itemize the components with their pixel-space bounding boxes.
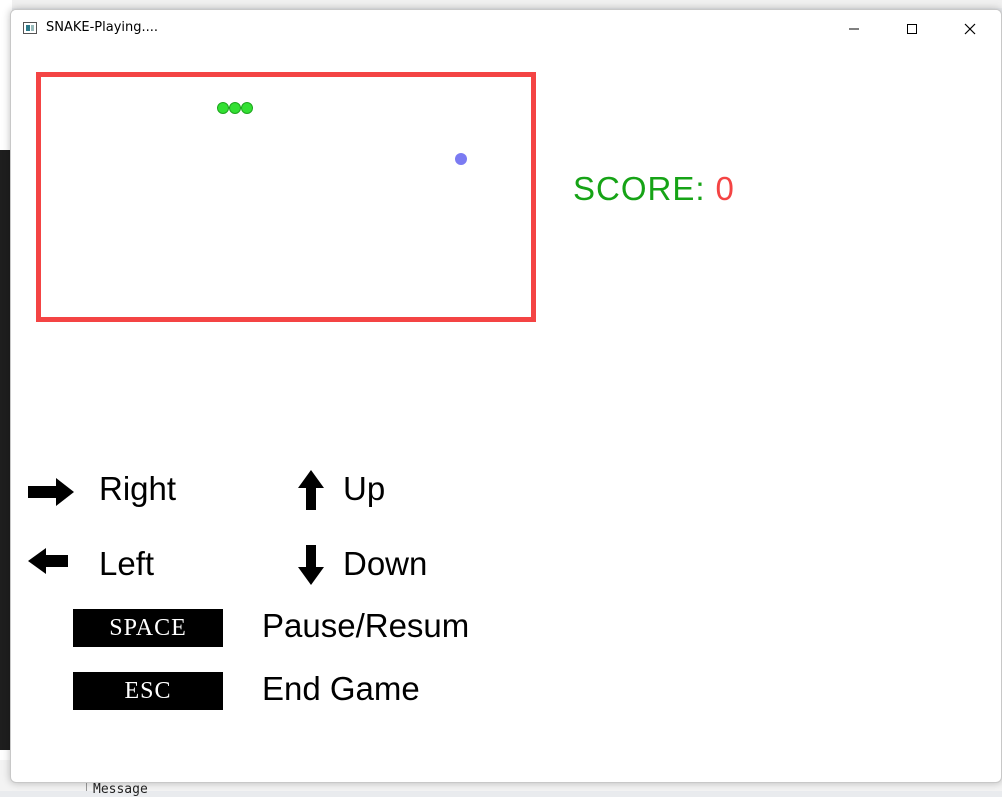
score-label: SCORE: [573, 170, 706, 207]
space-action-label: Pause/Resum [262, 607, 470, 644]
down-control-label: Down [343, 545, 428, 582]
esc-key-box: ESC [73, 672, 223, 710]
right-arrow-icon [28, 478, 74, 506]
up-control-label: Up [343, 470, 386, 507]
minimize-button[interactable] [825, 10, 883, 48]
maximize-button[interactable] [883, 10, 941, 48]
up-arrow-icon [298, 470, 324, 510]
minimize-icon [849, 28, 859, 30]
score-value: 0 [715, 170, 735, 207]
close-button[interactable] [941, 10, 999, 48]
food-pellet [455, 153, 467, 165]
score-display: SCORE: 0 [573, 170, 735, 208]
maximize-icon [907, 24, 917, 34]
app-icon [23, 22, 37, 34]
left-arrow-icon [28, 548, 68, 574]
esc-action-label: End Game [262, 670, 420, 707]
down-arrow-icon [298, 545, 324, 585]
game-window: SNAKE-Playing.... SCORE: 0 Right Up Left… [10, 9, 1002, 783]
snake-head [241, 102, 253, 114]
desktop-background-top [0, 0, 1002, 8]
space-key-box: SPACE [73, 609, 223, 647]
title-bar[interactable]: SNAKE-Playing.... [11, 10, 1001, 48]
window-title: SNAKE-Playing.... [46, 20, 159, 35]
snake-segment [217, 102, 229, 114]
snake-segment [229, 102, 241, 114]
close-icon [964, 23, 976, 35]
background-message-text: Message [93, 782, 148, 797]
game-board [36, 72, 536, 322]
right-control-label: Right [99, 470, 177, 507]
left-control-label: Left [99, 545, 155, 582]
